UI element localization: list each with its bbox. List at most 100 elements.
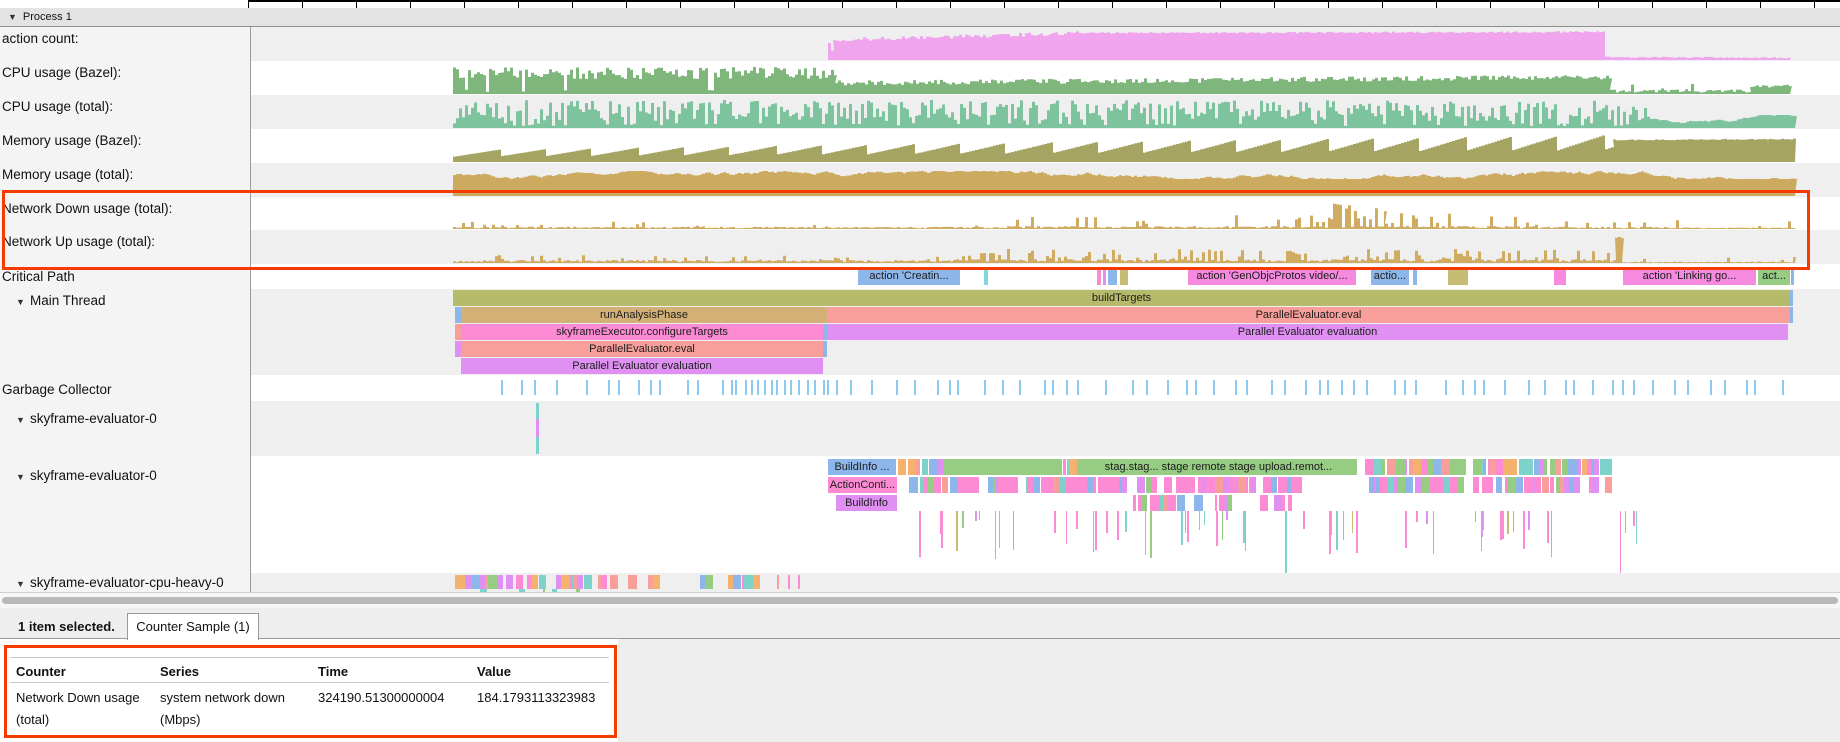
gc-event-tick[interactable]	[638, 380, 640, 395]
gc-event-tick[interactable]	[798, 380, 800, 395]
gc-event-tick[interactable]	[1504, 380, 1506, 395]
gc-event-tick[interactable]	[784, 380, 786, 395]
slice-fragment[interactable]	[1555, 459, 1561, 475]
track-label-cpu-usage-bazel[interactable]: CPU usage (Bazel):	[0, 65, 251, 80]
slice-fragment[interactable]	[1365, 459, 1374, 475]
slice-fragment[interactable]	[1592, 477, 1599, 493]
slice-fragment[interactable]	[1511, 459, 1516, 475]
gc-event-tick[interactable]	[751, 380, 753, 395]
slice-fragment[interactable]	[1790, 290, 1793, 306]
slice-fragment[interactable]	[1376, 477, 1380, 493]
track-skyframe-evaluator-0-b[interactable]: BuildInfo ...stag.stag... stage remote s…	[250, 456, 1840, 573]
slice-fragment[interactable]	[1503, 459, 1511, 475]
gc-event-tick[interactable]	[1746, 380, 1748, 395]
track-label-memory-usage-bazel[interactable]: Memory usage (Bazel):	[0, 133, 251, 148]
slice-fragment[interactable]	[919, 511, 921, 557]
slice-fragment[interactable]	[1336, 511, 1338, 550]
slice-fragment[interactable]	[1294, 477, 1302, 493]
gc-event-tick[interactable]	[1462, 380, 1464, 395]
slice-fragment[interactable]	[1554, 268, 1566, 285]
slice-fragment[interactable]	[753, 575, 760, 589]
slice-fragment[interactable]	[909, 477, 917, 493]
slice-fragment[interactable]	[1550, 477, 1554, 493]
gc-event-tick[interactable]	[1674, 380, 1676, 395]
slice-fragment[interactable]	[1535, 477, 1541, 493]
slice-fragment[interactable]	[995, 511, 997, 559]
slice-fragment[interactable]	[976, 477, 979, 493]
slice-fragment[interactable]	[1605, 477, 1611, 493]
gc-event-tick[interactable]	[1327, 380, 1329, 395]
slice-fragment[interactable]	[628, 575, 636, 589]
slice-fragment[interactable]	[1303, 511, 1305, 529]
slice-fragment[interactable]	[1547, 511, 1549, 543]
gc-event-tick[interactable]	[735, 380, 737, 395]
slice-fragment[interactable]	[1356, 511, 1358, 553]
gc-event-tick[interactable]	[1573, 380, 1575, 395]
slice-fragment[interactable]	[1260, 495, 1267, 511]
slice-fragment[interactable]	[1054, 511, 1056, 533]
gc-event-tick[interactable]	[650, 380, 652, 395]
gc-event-tick[interactable]	[1415, 380, 1417, 395]
slice-fragment[interactable]	[1093, 477, 1096, 493]
gc-event-tick[interactable]	[1394, 380, 1396, 395]
gc-event-tick[interactable]	[1052, 380, 1054, 395]
slice-fragment[interactable]	[1330, 511, 1332, 535]
slice-fragment[interactable]	[1482, 477, 1490, 493]
slice-fragment[interactable]	[536, 419, 539, 437]
gc-event-tick[interactable]	[850, 380, 852, 395]
slice-fragment[interactable]	[1496, 477, 1503, 493]
gc-event-tick[interactable]	[937, 380, 939, 395]
slice-fragment[interactable]	[1263, 477, 1270, 493]
slice-fragment[interactable]	[1396, 459, 1405, 475]
slice-fragment[interactable]	[1542, 477, 1549, 493]
slice-fragment[interactable]	[1413, 268, 1417, 285]
slice-fragment[interactable]	[1133, 495, 1136, 511]
slice-fragment[interactable]	[1245, 511, 1247, 551]
slice-fragment[interactable]	[733, 575, 742, 589]
gc-event-tick[interactable]	[1483, 380, 1485, 395]
gc-event-tick[interactable]	[1213, 380, 1215, 395]
track-label-garbage-collector[interactable]: Garbage Collector	[0, 382, 251, 397]
slice-fragment[interactable]	[941, 511, 943, 548]
chevron-down-icon[interactable]: ▼	[16, 579, 30, 589]
gc-event-tick[interactable]	[1353, 380, 1355, 395]
timeline-ruler[interactable]	[0, 0, 1840, 8]
slice-fragment[interactable]	[531, 575, 538, 589]
slice-fragment[interactable]	[1095, 511, 1097, 550]
gc-event-tick[interactable]	[814, 380, 816, 395]
slice-fragment[interactable]	[984, 268, 988, 285]
gc-event-tick[interactable]	[1019, 380, 1021, 395]
slice-fragment[interactable]	[1604, 459, 1613, 475]
slice-fragment[interactable]	[1405, 511, 1407, 548]
slice-fragment[interactable]	[1405, 477, 1414, 493]
gc-event-tick[interactable]	[776, 380, 778, 395]
slice-fragment[interactable]	[1222, 511, 1224, 540]
slice-fragment[interactable]	[1448, 268, 1468, 285]
slice-fragment[interactable]	[979, 511, 981, 520]
slice-fragment[interactable]	[1594, 459, 1599, 475]
slice[interactable]: ParallelEvaluator.eval	[827, 307, 1790, 323]
slice-fragment[interactable]	[1204, 511, 1206, 525]
gc-event-tick[interactable]	[659, 380, 661, 395]
slice-fragment[interactable]	[1374, 459, 1381, 475]
slice-fragment[interactable]	[950, 477, 957, 493]
slice-fragment[interactable]	[561, 575, 570, 589]
slice-fragment[interactable]	[1271, 477, 1277, 493]
track-action-count[interactable]	[250, 27, 1840, 61]
slice-fragment[interactable]	[1152, 477, 1156, 493]
track-critical-path[interactable]: action 'Creatin...action 'GenObjcProtos …	[250, 264, 1840, 289]
slice-fragment[interactable]	[1434, 477, 1443, 493]
slice-fragment[interactable]	[1578, 459, 1582, 475]
slice-fragment[interactable]	[969, 477, 976, 493]
slice-fragment[interactable]	[705, 575, 713, 589]
slice-fragment[interactable]	[1457, 477, 1464, 493]
slice-fragment[interactable]	[1093, 511, 1095, 552]
gc-event-tick[interactable]	[1724, 380, 1726, 395]
gc-event-tick[interactable]	[1195, 380, 1197, 395]
slice-fragment[interactable]	[777, 575, 779, 589]
slice-fragment[interactable]	[1416, 511, 1418, 522]
slice-fragment[interactable]	[975, 511, 977, 521]
slice-fragment[interactable]	[1620, 511, 1622, 573]
slice-fragment[interactable]	[1141, 495, 1147, 511]
slice[interactable]: action 'GenObjcProtos video/...	[1188, 268, 1356, 285]
